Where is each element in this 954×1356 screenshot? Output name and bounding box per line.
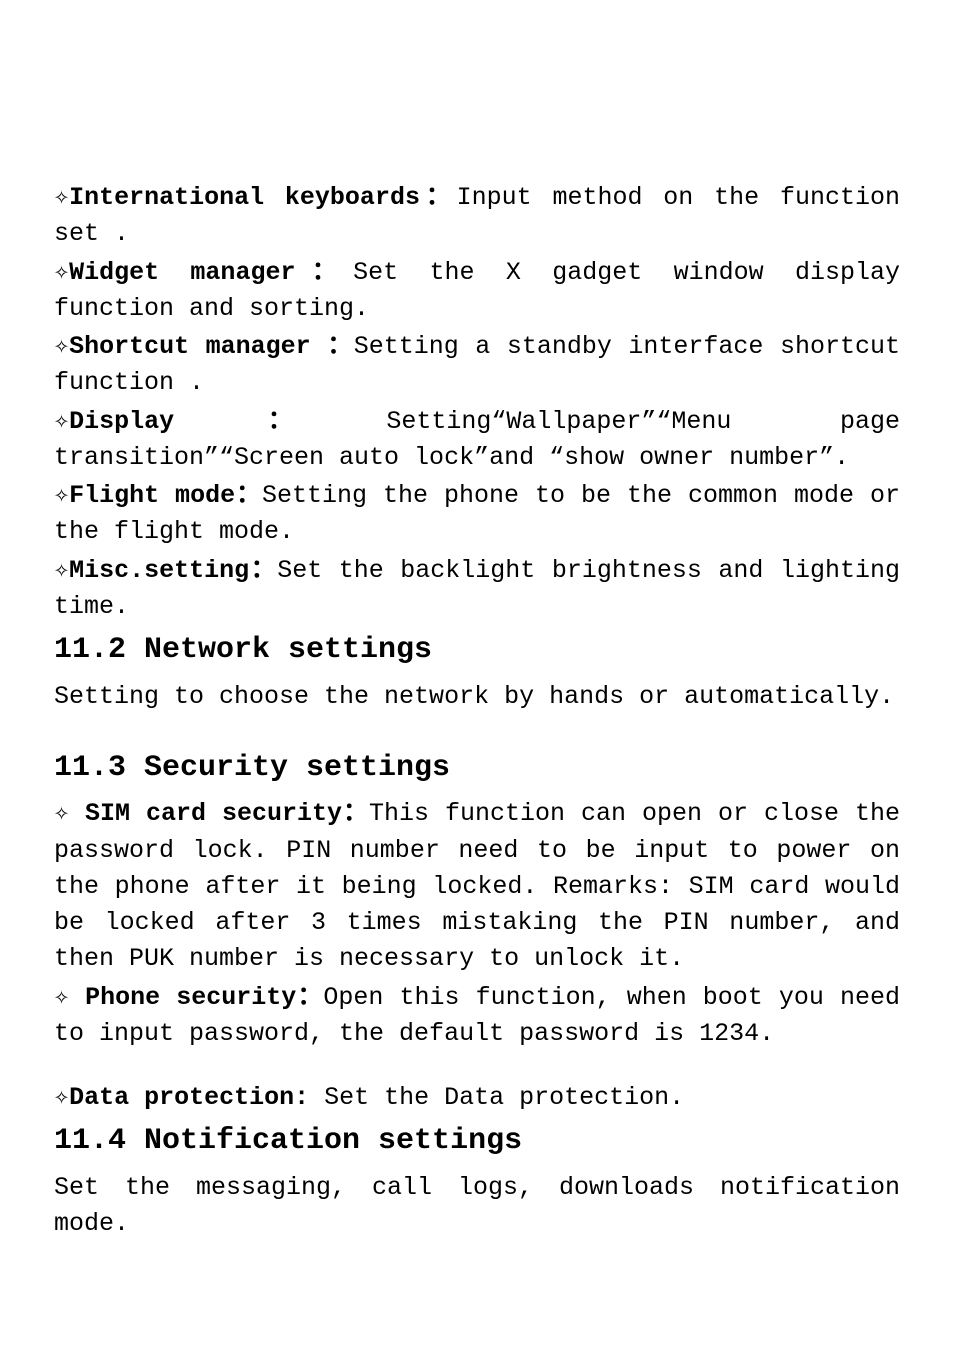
item-text: Set the Data protection. — [324, 1083, 684, 1112]
heading-11-3: 11.3 Security settings — [54, 747, 900, 791]
diamond-icon: ✧ — [54, 332, 69, 361]
diamond-icon: ✧ — [54, 983, 69, 1012]
item-label: SIM card security： — [69, 799, 369, 828]
diamond-icon: ✧ — [54, 1083, 69, 1112]
diamond-icon: ✧ — [54, 407, 69, 436]
item-label: Phone security： — [69, 983, 323, 1012]
item-sim-security: ✧ SIM card security：This function can op… — [54, 796, 900, 977]
item-label: Data protection: — [69, 1083, 324, 1112]
item-label: Flight mode： — [69, 481, 262, 510]
item-label: Shortcut manager ： — [69, 332, 354, 361]
diamond-icon: ✧ — [54, 258, 69, 287]
diamond-icon: ✧ — [54, 799, 69, 828]
item-international-keyboards: ✧International keyboards：Input method on… — [54, 180, 900, 253]
item-data-protection: ✧Data protection: Set the Data protectio… — [54, 1080, 900, 1116]
item-misc-setting: ✧Misc.setting：Set the backlight brightne… — [54, 553, 900, 626]
diamond-icon: ✧ — [54, 556, 69, 585]
body-11-2: Setting to choose the network by hands o… — [54, 679, 900, 715]
spacer — [54, 717, 900, 743]
item-label: Misc.setting： — [69, 556, 277, 585]
item-widget-manager: ✧Widget manager：Set the X gadget window … — [54, 255, 900, 328]
item-shortcut-manager: ✧Shortcut manager ：Setting a standby int… — [54, 329, 900, 402]
diamond-icon: ✧ — [54, 183, 69, 212]
item-phone-security: ✧ Phone security：Open this function, whe… — [54, 980, 900, 1053]
body-11-4: Set the messaging, call logs, downloads … — [54, 1170, 900, 1243]
item-label: Widget manager： — [69, 258, 353, 287]
diamond-icon: ✧ — [54, 481, 69, 510]
spacer — [54, 1054, 900, 1080]
heading-11-4: 11.4 Notification settings — [54, 1120, 900, 1164]
item-display: ✧Display：Setting“Wallpaper”“Menu page tr… — [54, 404, 900, 477]
item-label: International keyboards： — [69, 183, 457, 212]
item-label: Display： — [69, 407, 386, 436]
item-flight-mode: ✧Flight mode：Setting the phone to be the… — [54, 478, 900, 551]
heading-11-2: 11.2 Network settings — [54, 629, 900, 673]
